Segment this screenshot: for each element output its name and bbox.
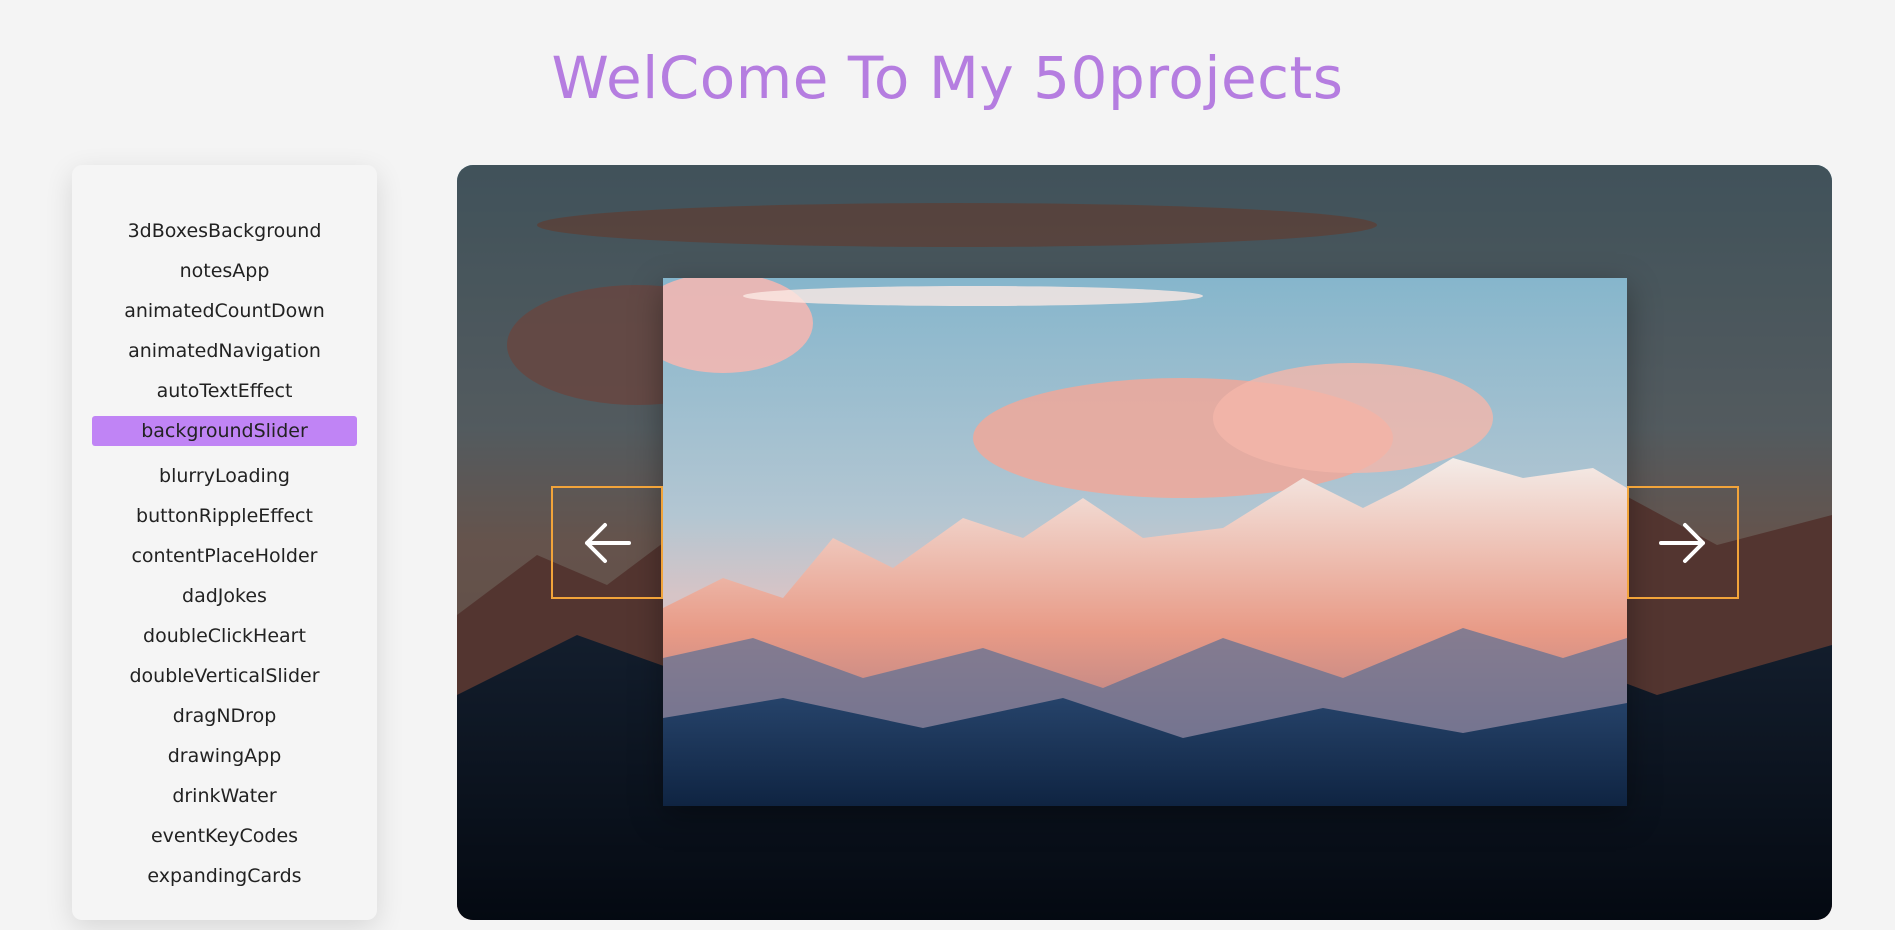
sidebar-item-contentplaceholder[interactable]: contentPlaceHolder [92, 536, 357, 576]
sidebar-item-dragndrop[interactable]: dragNDrop [92, 696, 357, 736]
sidebar-item-label: eventKeyCodes [150, 825, 299, 847]
sidebar-item-label: animatedNavigation [128, 340, 321, 362]
sidebar-item-dadjokes[interactable]: dadJokes [92, 576, 357, 616]
sidebar-item-animatednavigation[interactable]: animatedNavigation [92, 331, 357, 371]
sidebar-item-label: 3dBoxesBackground [127, 220, 322, 242]
page-title: WelCome To My 50projects [551, 44, 1344, 112]
sidebar-item-label: autoTextEffect [156, 380, 293, 402]
sidebar-item-drawingapp[interactable]: drawingApp [92, 736, 357, 776]
slide-image [663, 278, 1627, 806]
background-slider [457, 165, 1832, 920]
sidebar-item-label: notesApp [179, 260, 270, 282]
sidebar-item-notesapp[interactable]: notesApp [92, 251, 357, 291]
sidebar-item-label: buttonRippleEffect [136, 505, 313, 527]
sidebar-item-eventkeycodes[interactable]: eventKeyCodes [92, 816, 357, 856]
project-list: 3dBoxesBackground notesApp animatedCount… [72, 211, 377, 896]
sidebar-item-label: blurryLoading [159, 465, 290, 487]
sidebar-item-label: backgroundSlider [92, 416, 357, 446]
sidebar-item-doubleverticalslider[interactable]: doubleVerticalSlider [92, 656, 357, 696]
sidebar-item-autotexteffect[interactable]: autoTextEffect [92, 371, 357, 411]
previous-slide-button[interactable] [551, 486, 663, 599]
next-slide-button[interactable] [1627, 486, 1739, 599]
sidebar-item-blurryloading[interactable]: blurryLoading [92, 456, 357, 496]
sidebar-item-label: doubleVerticalSlider [129, 665, 320, 687]
project-sidebar: 3dBoxesBackground notesApp animatedCount… [72, 165, 377, 920]
sidebar-item-buttonrippleeffect[interactable]: buttonRippleEffect [92, 496, 357, 536]
sidebar-item-label: dragNDrop [172, 705, 277, 727]
sidebar-item-label: drawingApp [167, 745, 282, 767]
sidebar-item-3dboxesbackground[interactable]: 3dBoxesBackground [92, 211, 357, 251]
sidebar-item-animatedcountdown[interactable]: animatedCountDown [92, 291, 357, 331]
sidebar-item-label: animatedCountDown [124, 300, 325, 322]
sidebar-item-doubleclickheart[interactable]: doubleClickHeart [92, 616, 357, 656]
sidebar-item-expandingcards[interactable]: expandingCards [92, 856, 357, 896]
sidebar-item-backgroundslider[interactable]: backgroundSlider [92, 416, 357, 456]
sidebar-item-drinkwater[interactable]: drinkWater [92, 776, 357, 816]
sidebar-item-label: drinkWater [172, 785, 277, 807]
sidebar-item-label: contentPlaceHolder [131, 545, 318, 567]
sidebar-item-label: doubleClickHeart [143, 625, 306, 647]
arrow-left-icon [585, 522, 631, 563]
sidebar-item-label: dadJokes [182, 585, 267, 607]
arrow-right-icon [1659, 522, 1705, 563]
mountain-slide-art [663, 278, 1627, 806]
sidebar-item-label: expandingCards [147, 865, 302, 887]
